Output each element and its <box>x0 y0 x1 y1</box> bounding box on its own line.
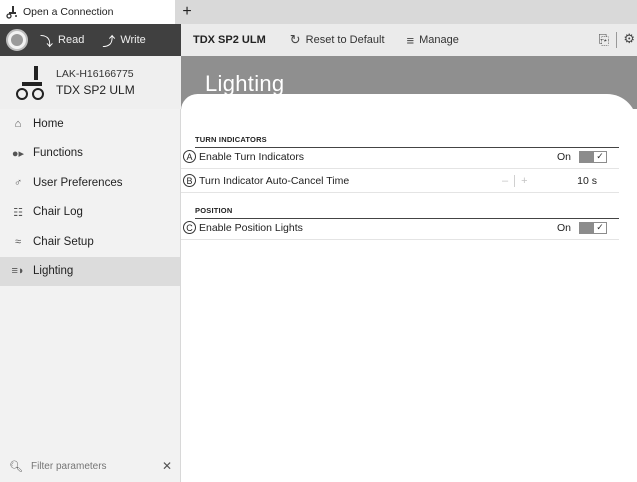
tab-open-connection[interactable]: Open a Connection <box>0 0 175 24</box>
reset-icon: ↻ <box>289 32 301 47</box>
sidebar-item-label: Functions <box>33 147 83 160</box>
sidebar-item-functions[interactable]: ●▸ Functions <box>0 139 180 169</box>
param-row-auto-cancel-time: B Turn Indicator Auto-Cancel Time – + 10… <box>181 169 619 193</box>
filter-input[interactable] <box>30 460 161 472</box>
toolbar-title: TDX SP2 ULM <box>193 34 266 46</box>
sidebar-item-label: Chair Setup <box>33 235 94 248</box>
check-icon: ✓ <box>594 222 606 233</box>
write-label: Write <box>120 34 146 46</box>
auto-cancel-stepper: – + <box>502 174 528 187</box>
manage-button[interactable]: ≡ Manage <box>407 33 459 48</box>
reset-to-default-button[interactable]: ↻ Reset to Default <box>290 32 385 48</box>
filter-bar: 🔍︎ ✕ <box>0 456 180 476</box>
turn-indicators-toggle[interactable]: On ✓ <box>556 150 607 163</box>
clipboard-icon: ☷ <box>13 206 23 219</box>
tab-label: Open a Connection <box>23 6 114 18</box>
reset-label: Reset to Default <box>305 34 385 46</box>
toolbar-divider <box>616 32 617 48</box>
read-icon: ⤵ <box>40 33 54 49</box>
toggle-state: On <box>556 150 571 163</box>
read-button[interactable]: ⤵ Read <box>40 31 84 50</box>
clear-filter-icon[interactable]: ✕ <box>162 459 172 473</box>
sidebar-item-label: Lighting <box>33 265 74 278</box>
sidebar-item-label: Home <box>33 117 64 130</box>
device-info-icon[interactable]: ⎘ <box>599 32 609 48</box>
position-lights-toggle[interactable]: On ✓ <box>556 221 607 234</box>
device-model: TDX SP2 ULM <box>56 83 135 97</box>
user-icon: ♂ <box>13 176 23 189</box>
settings-icon[interactable]: ⚙ <box>623 31 635 47</box>
banner-curve <box>181 94 637 124</box>
lighting-icon: ≡◗ <box>11 265 25 278</box>
param-letter: C <box>183 221 196 234</box>
param-letter: B <box>183 174 196 187</box>
sidebar: ⌂ Home ●▸ Functions ♂ User Preferences ☷… <box>0 109 181 482</box>
increment-button[interactable]: + <box>521 175 527 187</box>
param-row-enable-turn-indicators: A Enable Turn Indicators On ✓ <box>181 145 619 169</box>
read-label: Read <box>58 34 85 46</box>
stepper-divider <box>514 174 516 187</box>
param-row-enable-position-lights: C Enable Position Lights On ✓ <box>181 216 619 240</box>
add-tab-button[interactable]: + <box>178 0 196 24</box>
param-label: Enable Turn Indicators <box>199 150 305 163</box>
home-icon: ⌂ <box>14 117 22 130</box>
toggle-switch[interactable]: ✓ <box>579 221 607 234</box>
sidebar-item-home[interactable]: ⌂ Home <box>0 109 180 139</box>
tab-strip: Open a Connection + <box>0 0 637 24</box>
sidebar-item-label: User Preferences <box>33 176 123 189</box>
connection-toolbar: ⤵ Read ⤴ Write <box>0 24 181 56</box>
main-toolbar: TDX SP2 ULM ↻ Reset to Default ≡ Manage … <box>181 24 637 56</box>
functions-icon: ●▸ <box>11 147 25 160</box>
decrement-button[interactable]: – <box>502 175 508 187</box>
device-serial: LAK-H16166775 <box>56 68 134 80</box>
device-panel: LAK-H16166775 TDX SP2 ULM <box>0 56 181 109</box>
chair-setup-icon: ≈ <box>14 235 22 248</box>
connection-status-icon[interactable] <box>6 29 28 51</box>
manage-label: Manage <box>419 34 459 46</box>
param-label: Enable Position Lights <box>199 221 303 234</box>
layers-icon: ≡ <box>406 32 415 48</box>
sidebar-item-label: Chair Log <box>33 206 83 219</box>
sidebar-item-lighting[interactable]: ≡◗ Lighting <box>0 256 180 286</box>
param-letter: A <box>183 150 196 163</box>
sidebar-item-chair-log[interactable]: ☷ Chair Log <box>0 198 180 228</box>
toggle-switch[interactable]: ✓ <box>579 150 607 163</box>
write-button[interactable]: ⤴ Write <box>102 31 145 50</box>
check-icon: ✓ <box>594 151 606 162</box>
param-label: Turn Indicator Auto-Cancel Time <box>199 174 350 187</box>
auto-cancel-value: 10 s <box>577 174 597 187</box>
sidebar-item-user-preferences[interactable]: ♂ User Preferences <box>0 168 180 198</box>
sidebar-item-chair-setup[interactable]: ≈ Chair Setup <box>0 227 180 257</box>
wheelchair-icon <box>6 5 18 19</box>
toggle-state: On <box>556 221 571 234</box>
search-icon: 🔍︎ <box>9 460 23 473</box>
write-icon: ⤴ <box>102 33 116 49</box>
chair-icon <box>16 66 44 100</box>
